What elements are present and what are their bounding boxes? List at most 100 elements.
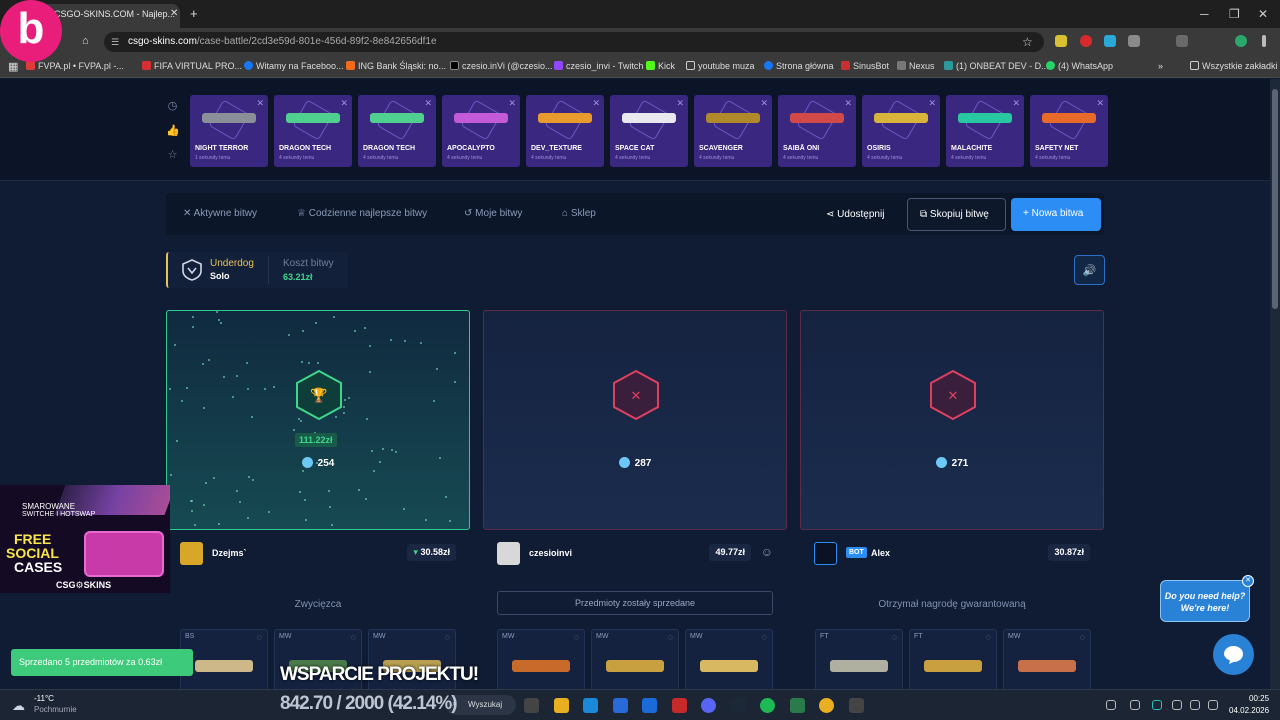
tray-icon[interactable] [1190, 700, 1200, 710]
close-icon[interactable]: ✕ [256, 98, 264, 109]
bookmark-item[interactable]: (4) WhatsApp [1046, 61, 1113, 71]
bookmark-item[interactable]: SinusBot [841, 61, 889, 71]
close-icon[interactable]: ✕ [760, 98, 768, 109]
extension-icon[interactable] [1055, 35, 1067, 47]
live-drop-card[interactable]: ✕ SCAVENGER 4 sekundy temu [694, 95, 772, 167]
bookmark-item[interactable]: czesio.inVi (@czesio... [450, 61, 553, 71]
clock-time[interactable]: 00:25 [1249, 694, 1269, 703]
live-drop-card[interactable]: ✕ SAFETY NET 4 sekundy temu [1030, 95, 1108, 167]
file-icon[interactable] [524, 698, 539, 713]
live-drop-card[interactable]: ✕ SAIBĀ ONI 4 sekundy temu [778, 95, 856, 167]
home-icon[interactable]: ⌂ [82, 35, 89, 47]
share-button[interactable]: ⋖ Udostępnij [826, 209, 884, 220]
live-drop-card[interactable]: ✕ MALACHITE 4 sekundy temu [946, 95, 1024, 167]
item-card[interactable]: MW ◌ [685, 629, 773, 691]
outlook-icon[interactable] [642, 698, 657, 713]
new-battle-button[interactable]: + Nowa bitwa [1011, 198, 1101, 231]
maximize-icon[interactable]: ❐ [1229, 7, 1240, 21]
edge-icon[interactable] [583, 698, 598, 713]
close-icon[interactable]: ✕ [844, 98, 852, 109]
tab-close-icon[interactable]: ✕ [170, 8, 178, 19]
extension-icon[interactable] [1080, 35, 1092, 47]
bookmark-item[interactable]: Nexus [897, 61, 935, 71]
bookmarks-overflow-icon[interactable]: » [1158, 61, 1163, 71]
browser-menu-icon[interactable] [1262, 35, 1266, 47]
item-card[interactable]: FT ◌ [909, 629, 997, 691]
nav-daily-best[interactable]: ♕ Codzienne najlepsze bitwy [297, 208, 427, 219]
item-card[interactable]: BS ◌ [180, 629, 268, 691]
folder-icon[interactable] [553, 698, 569, 713]
tray-icon[interactable] [1172, 700, 1182, 710]
minimize-icon[interactable]: ─ [1200, 7, 1209, 21]
player-name[interactable]: czesioinvi [529, 548, 572, 558]
nav-my-battles[interactable]: ↺ Moje bitwy [464, 208, 522, 219]
page-scrollbar[interactable] [1270, 79, 1280, 689]
terminal-icon[interactable] [789, 698, 805, 713]
star-icon[interactable]: ☆ [166, 148, 179, 161]
bookmark-folder[interactable]: youtube muza [686, 61, 755, 71]
sound-toggle-button[interactable]: 🔊 [1074, 255, 1105, 285]
bookmark-item[interactable]: Strona główna [764, 61, 834, 71]
close-icon[interactable]: ✕ [1096, 98, 1104, 109]
bookmark-item[interactable]: Witamy na Faceboo... [244, 61, 344, 71]
bookmark-item[interactable]: czesio_invi - Twitch [554, 61, 643, 71]
help-bubble[interactable]: Do you need help? We're here! ✕ [1160, 575, 1254, 622]
obs-icon[interactable] [848, 698, 864, 713]
store-icon[interactable] [612, 698, 628, 713]
profile-avatar[interactable] [1235, 35, 1247, 47]
nav-shop[interactable]: ⌂ Sklep [562, 208, 596, 219]
spotify-icon[interactable] [760, 698, 775, 713]
live-drop-card[interactable]: ✕ DEV_TEXTURE 4 sekundy temu [526, 95, 604, 167]
bookmark-item[interactable]: FVPA.pl • FVPA.pl -... [26, 61, 124, 71]
close-icon[interactable]: ✕ [592, 98, 600, 109]
close-icon[interactable]: ✕ [508, 98, 516, 109]
bookmark-item[interactable]: (1) ONBEAT DEV - D... [944, 61, 1049, 71]
close-window-icon[interactable]: ✕ [1258, 7, 1268, 21]
close-icon[interactable]: ✕ [1012, 98, 1020, 109]
weather-cloud-icon[interactable]: ☁ [12, 698, 25, 714]
close-icon[interactable]: ✕ [340, 98, 348, 109]
close-icon[interactable]: ✕ [676, 98, 684, 109]
player-name[interactable]: Dzejms` [212, 548, 247, 558]
app-icon[interactable] [671, 698, 687, 713]
discord-icon[interactable] [701, 698, 716, 713]
live-drop-card[interactable]: ✕ APOCALYPTO 4 sekundy temu [442, 95, 520, 167]
extension-icon[interactable] [1104, 35, 1116, 47]
copy-battle-button[interactable]: ⧉ Skopiuj bitwę [907, 198, 1006, 231]
tray-icon[interactable] [1130, 700, 1140, 710]
url-input[interactable]: csgo-skins.com/case-battle/2cd3e59d-801e… [104, 32, 1044, 52]
chat-button[interactable] [1213, 634, 1254, 675]
item-card[interactable]: FT ◌ [815, 629, 903, 691]
live-drop-card[interactable]: ✕ OSIRIS 4 sekundy temu [862, 95, 940, 167]
player-name[interactable]: Alex [871, 548, 890, 558]
thumbs-up-icon[interactable]: 👍 [166, 124, 180, 137]
site-info-icon[interactable]: ☰ [111, 37, 119, 48]
chrome-icon[interactable] [819, 698, 834, 713]
avatar[interactable] [497, 542, 520, 565]
extensions-puzzle-icon[interactable] [1176, 35, 1188, 47]
extension-icon[interactable] [1128, 35, 1140, 47]
live-drop-card[interactable]: ✕ NIGHT TERROR 1 sekundy temu [190, 95, 268, 167]
new-tab-icon[interactable]: + [190, 6, 198, 21]
tray-icon[interactable] [1152, 700, 1162, 710]
emoji-icon[interactable]: ☺ [761, 545, 773, 559]
steam-icon[interactable] [730, 698, 746, 713]
item-card[interactable]: MW ◌ [1003, 629, 1091, 691]
live-drop-card[interactable]: ✕ SPACE CAT 4 sekundy temu [610, 95, 688, 167]
bookmark-item[interactable]: FIFA VIRTUAL PRO... [142, 61, 242, 71]
apps-grid-icon[interactable]: ▦ [8, 60, 18, 73]
tray-icon[interactable] [1106, 700, 1116, 710]
bookmark-star-icon[interactable]: ☆ [1022, 35, 1033, 49]
close-icon[interactable]: ✕ [424, 98, 432, 109]
close-icon[interactable]: ✕ [928, 98, 936, 109]
close-help-icon[interactable]: ✕ [1242, 575, 1254, 587]
tray-icon[interactable] [1208, 700, 1218, 710]
sold-toast[interactable]: Sprzedano 5 przedmiotów za 0.63zł [11, 649, 193, 676]
clock-date[interactable]: 04.02.2026 [1229, 706, 1269, 715]
bookmark-item[interactable]: ING Bank Śląski: no... [346, 61, 446, 71]
all-bookmarks-folder[interactable]: Wszystkie zakładki [1190, 61, 1278, 71]
free-cases-ad[interactable]: SMAROWANE SWITCHE I HOTSWAP FREE SOCIAL … [0, 485, 170, 593]
avatar[interactable] [180, 542, 203, 565]
live-drop-card[interactable]: ✕ DRAGON TECH 4 sekundy temu [358, 95, 436, 167]
nav-active-battles[interactable]: ✕ Aktywne bitwy [183, 208, 257, 219]
